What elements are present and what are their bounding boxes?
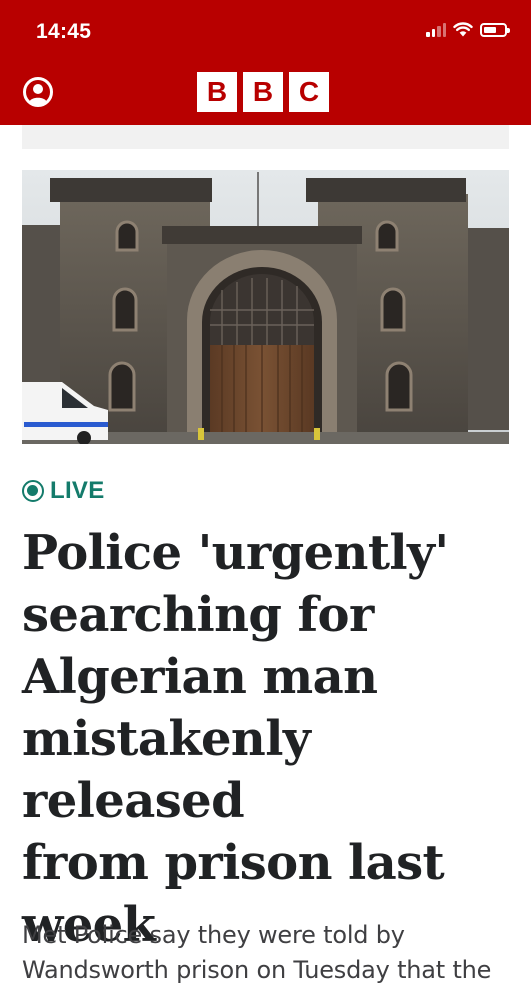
ad-placeholder: [22, 125, 509, 149]
wifi-icon: [453, 22, 473, 37]
cellular-signal-icon: [426, 22, 446, 37]
headline-line: Police 'urgently': [22, 525, 449, 581]
summary-line: Met Police say they were told by: [22, 921, 405, 949]
account-button[interactable]: [22, 76, 54, 108]
live-label: LIVE: [50, 477, 105, 504]
account-icon: [23, 77, 53, 107]
hero-image[interactable]: [22, 170, 509, 444]
bbc-logo[interactable]: B B C: [197, 72, 329, 112]
headline-line: Algerian man: [22, 649, 378, 705]
headline-line: from prison last: [22, 835, 445, 891]
battery-icon: [480, 22, 510, 37]
live-indicator-icon: [22, 480, 44, 502]
prison-gate-photo: [22, 170, 509, 444]
status-bar: 14:45: [0, 0, 531, 62]
app-header: 14:45 B B C: [0, 0, 531, 125]
logo-letter-2: B: [243, 72, 283, 112]
status-icons: [426, 22, 510, 37]
headline-line: searching for: [22, 587, 374, 643]
logo-letter-3: C: [289, 72, 329, 112]
headline-line: mistakenly released: [22, 711, 311, 829]
logo-letter-1: B: [197, 72, 237, 112]
live-badge: LIVE: [22, 477, 105, 505]
article-headline: Police 'urgently' searching for Algerian…: [22, 522, 517, 956]
summary-line: Wandsworth prison on Tuesday that the: [22, 956, 492, 984]
article-summary: Met Police say they were told by Wandswo…: [22, 918, 512, 988]
status-time: 14:45: [36, 20, 92, 43]
